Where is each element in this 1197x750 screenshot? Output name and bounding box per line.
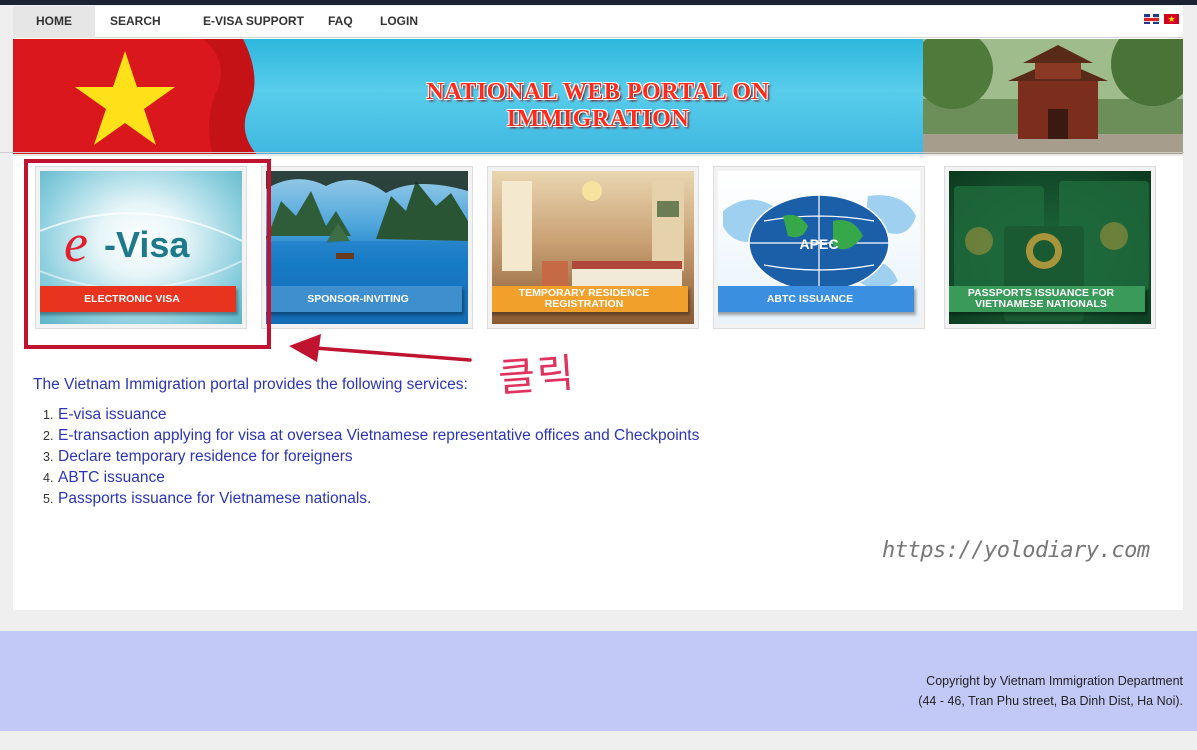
tile-label-sponsor-inviting: SPONSOR-INVITING: [266, 286, 462, 312]
tile-passports-issuance[interactable]: PASSPORTS ISSUANCE FOR VIETNAMESE NATIONA…: [944, 166, 1156, 329]
english-flag-icon[interactable]: [1144, 14, 1159, 24]
list-item: 5. Passports issuance for Vietnamese nati…: [43, 490, 372, 507]
services-intro: The Vietnam Immigration portal provides …: [33, 376, 468, 393]
watermark-url: https://yolodiary.com: [882, 538, 1150, 563]
halong-bay-image: SPONSOR-INVITING: [266, 171, 468, 324]
footer-copyright: Copyright by Vietnam Immigration Departm…: [926, 674, 1183, 688]
evisa-letter: e: [64, 213, 88, 273]
apec-text: APEC: [800, 236, 839, 252]
list-item: 2. E-transaction applying for visa at ove…: [43, 427, 700, 444]
tile-label-electronic-visa: ELECTRONIC VISA: [40, 286, 236, 312]
apec-globe-image: APEC ABTC ISSUANCE: [718, 171, 920, 324]
evisa-image: e -Visa ELECTRONIC VISA: [40, 171, 242, 324]
tile-label-temporary-residence: TEMPORARY RESIDENCE REGISTRATION: [492, 286, 688, 312]
top-strip: [0, 0, 1197, 5]
tile-temporary-residence[interactable]: TEMPORARY RESIDENCE REGISTRATION: [487, 166, 699, 329]
list-item: 1. E-visa issuance: [43, 406, 167, 423]
page-footer: Copyright by Vietnam Immigration Departm…: [0, 631, 1197, 731]
annotation-arrow: [289, 334, 472, 362]
evisa-text: -Visa: [104, 224, 190, 265]
temple-image: [923, 39, 1183, 154]
tile-label-abtc-issuance: ABTC ISSUANCE: [718, 286, 914, 312]
banner-title: NATIONAL WEB PORTAL ON IMMIGRATION: [426, 79, 770, 132]
services-list: 1. E-visa issuance 2. E-transaction applyi…: [43, 404, 699, 509]
nav-search[interactable]: SEARCH: [110, 6, 161, 38]
footer-address: (44 - 46, Tran Phu street, Ba Dinh Dist,…: [918, 694, 1183, 708]
tile-label-passports-issuance: PASSPORTS ISSUANCE FOR VIETNAMESE NATIONA…: [949, 286, 1145, 312]
passports-image: PASSPORTS ISSUANCE FOR VIETNAMESE NATIONA…: [949, 171, 1151, 324]
list-item: 3. Declare temporary residence for foreig…: [43, 448, 353, 465]
nav-evisa-support[interactable]: E-VISA SUPPORT: [203, 6, 304, 38]
vietnam-flag-image: [13, 39, 257, 154]
hotel-room-image: TEMPORARY RESIDENCE REGISTRATION: [492, 171, 694, 324]
tile-electronic-visa[interactable]: e -Visa ELECTRONIC VISA: [35, 166, 247, 329]
nav-home[interactable]: HOME: [13, 6, 95, 38]
header-banner: NATIONAL WEB PORTAL ON IMMIGRATION: [13, 39, 1183, 156]
nav-login[interactable]: LOGIN: [380, 6, 418, 38]
vietnamese-flag-icon[interactable]: ★: [1164, 14, 1179, 24]
banner-divider: [0, 152, 1184, 153]
main-nav: HOME SEARCH E-VISA SUPPORT FAQ LOGIN ★: [13, 6, 1183, 38]
nav-faq[interactable]: FAQ: [328, 6, 353, 38]
tile-abtc-issuance[interactable]: APEC ABTC ISSUANCE: [713, 166, 925, 329]
tile-sponsor-inviting[interactable]: SPONSOR-INVITING: [261, 166, 473, 329]
list-item: 4. ABTC issuance: [43, 469, 165, 486]
korean-click-annotation: 클릭: [496, 350, 578, 402]
